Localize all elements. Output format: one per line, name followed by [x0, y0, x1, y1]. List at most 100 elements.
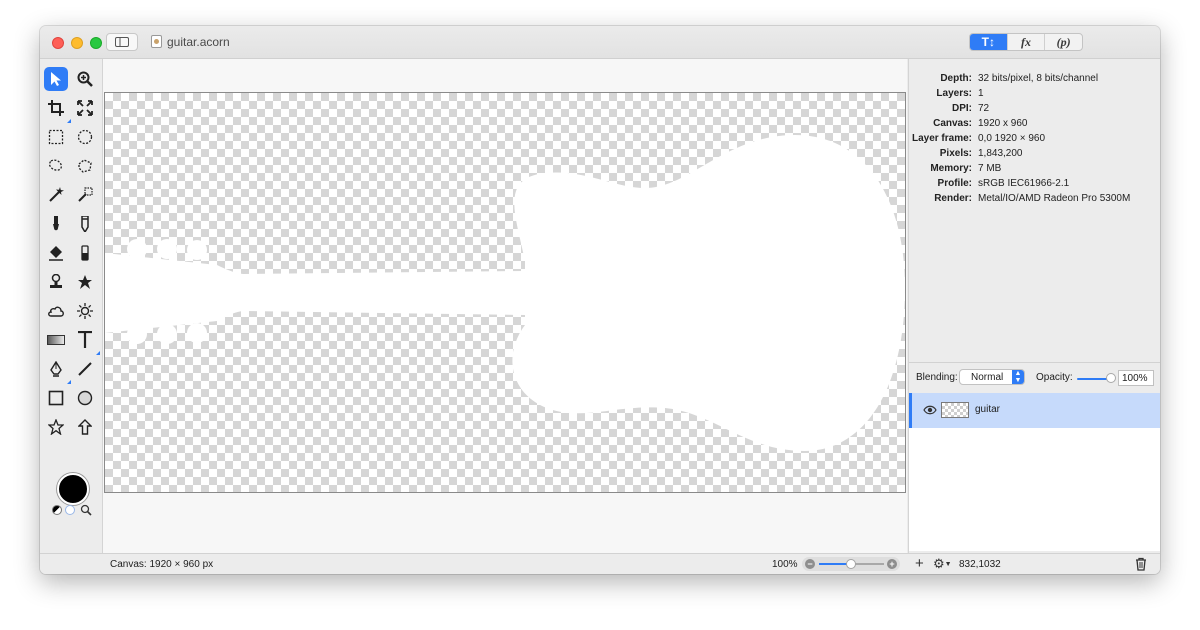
info-label: Canvas:	[933, 118, 972, 129]
magic-wand-tool[interactable]	[44, 183, 68, 207]
info-row: DPI: 72	[909, 103, 1160, 118]
info-row: Render: Metal/IO/AMD Radeon Pro 5300M	[909, 193, 1160, 208]
blending-mode-select[interactable]: Normal ▲ ▼	[959, 369, 1025, 385]
effects-icon: fx	[1021, 34, 1031, 49]
move-tool[interactable]	[44, 67, 68, 91]
blending-label: Blending:	[916, 372, 958, 383]
info-value: 1,843,200	[978, 148, 1023, 159]
rect-select-icon	[48, 129, 64, 145]
ellipse-select-icon	[77, 129, 93, 145]
text-tool-icon	[78, 331, 92, 348]
foreground-color-well[interactable]	[57, 473, 89, 505]
info-label: Render:	[934, 193, 972, 204]
background-color-well[interactable]	[65, 505, 75, 515]
crop-icon	[48, 100, 64, 116]
zoom-slider-knob[interactable]	[846, 559, 856, 569]
zoom-in-icon[interactable]: +	[887, 559, 897, 569]
zoom-window-button[interactable]	[90, 37, 102, 49]
color-select-icon	[78, 187, 93, 202]
zoom-out-icon[interactable]: −	[805, 559, 815, 569]
toggle-sidebar-button[interactable]	[106, 33, 138, 51]
info-label: Layer frame:	[911, 133, 972, 144]
rect-select-tool[interactable]	[44, 125, 68, 149]
info-value: 32 bits/pixel, 8 bits/channel	[978, 73, 1099, 84]
tab-info-tools[interactable]: T↕	[970, 34, 1008, 50]
app-window: guitar.acorn T↕ fx (p) Depth: 32 bits/pi…	[40, 26, 1160, 574]
image-canvas[interactable]	[104, 92, 906, 493]
layer-row[interactable]: guitar	[909, 393, 1160, 428]
document-icon	[151, 35, 162, 48]
rectangle-shape-tool[interactable]	[44, 386, 68, 410]
gradient-tool[interactable]	[44, 328, 68, 352]
pen-tool[interactable]	[44, 357, 71, 384]
swap-colors-icon[interactable]	[52, 505, 62, 515]
rectangle-shape-icon	[48, 390, 64, 406]
lasso-tool[interactable]	[44, 154, 68, 178]
line-tool[interactable]	[73, 357, 97, 381]
color-select-tool[interactable]	[73, 183, 97, 207]
guitar-silhouette	[105, 135, 905, 451]
retouch-icon	[78, 275, 92, 289]
tool-palette	[40, 59, 103, 553]
polygon-lasso-tool[interactable]	[73, 154, 97, 178]
brush-icon	[53, 216, 59, 231]
clone-stamp-tool[interactable]	[44, 270, 68, 294]
retouch-tool[interactable]	[73, 270, 97, 294]
zoom-tool[interactable]	[73, 67, 97, 91]
star-icon	[48, 419, 64, 435]
tab-properties[interactable]: (p)	[1045, 34, 1082, 50]
close-window-button[interactable]	[52, 37, 64, 49]
star-tool[interactable]	[44, 415, 68, 439]
opacity-label: Opacity:	[1036, 372, 1073, 383]
info-tools-icon: T↕	[981, 35, 995, 49]
paint-bucket-tool[interactable]	[44, 241, 68, 265]
minimize-window-button[interactable]	[71, 37, 83, 49]
info-label: DPI:	[952, 103, 972, 114]
brush-tool[interactable]	[44, 212, 68, 236]
magic-wand-icon	[49, 187, 64, 202]
cloud-tool[interactable]	[44, 299, 68, 323]
gear-icon: ⚙	[933, 556, 945, 571]
pencil-tool[interactable]	[73, 212, 97, 236]
color-picker-icon[interactable]	[80, 503, 92, 516]
info-label: Depth:	[940, 73, 972, 84]
add-layer-button[interactable]: +	[915, 555, 924, 572]
status-bar: Canvas: 1920 × 960 px 100% − + + ⚙▼ 832,…	[40, 553, 1160, 574]
polygon-lasso-icon	[78, 159, 92, 173]
ellipse-select-tool[interactable]	[73, 125, 97, 149]
resize-tool[interactable]	[73, 96, 97, 120]
arrow-shape-tool[interactable]	[73, 415, 97, 439]
canvas-size-status: Canvas: 1920 × 960 px	[110, 559, 214, 570]
chevron-down-icon: ▼	[944, 561, 952, 569]
clone-stamp-icon	[50, 274, 62, 288]
inspector-panel: Depth: 32 bits/pixel, 8 bits/channel Layer…	[908, 59, 1160, 553]
info-label: Memory:	[930, 163, 972, 174]
trash-icon[interactable]	[1134, 557, 1148, 571]
pen-icon	[50, 361, 62, 377]
brightness-tool[interactable]	[73, 299, 97, 323]
resize-icon	[77, 100, 93, 116]
info-row: Canvas: 1920 x 960	[909, 118, 1160, 133]
text-tool[interactable]	[73, 328, 100, 355]
zoom-control: − +	[802, 557, 900, 571]
oval-shape-icon	[77, 390, 93, 406]
info-value: 7 MB	[978, 163, 1002, 174]
info-label: Layers:	[936, 88, 972, 99]
sun-icon	[77, 303, 93, 319]
crop-tool[interactable]	[44, 96, 71, 123]
properties-icon: (p)	[1056, 34, 1071, 49]
info-value: 1920 x 960	[978, 118, 1028, 129]
inspector-tab-control: T↕ fx (p)	[969, 33, 1083, 51]
canvas-area[interactable]	[103, 59, 907, 553]
opacity-slider-knob[interactable]	[1106, 373, 1116, 383]
opacity-field[interactable]: 100%	[1118, 370, 1154, 386]
document-title: guitar.acorn	[167, 35, 230, 49]
tab-effects[interactable]: fx	[1008, 34, 1046, 50]
gradient-fill-tool[interactable]	[73, 241, 97, 265]
arrow-up-icon	[78, 419, 92, 435]
eye-icon[interactable]	[923, 405, 937, 415]
layer-name: guitar	[975, 404, 1001, 415]
cursor-coordinates: 832,1032	[959, 559, 1001, 570]
layer-actions-button[interactable]: ⚙▼	[933, 556, 952, 572]
oval-shape-tool[interactable]	[73, 386, 97, 410]
